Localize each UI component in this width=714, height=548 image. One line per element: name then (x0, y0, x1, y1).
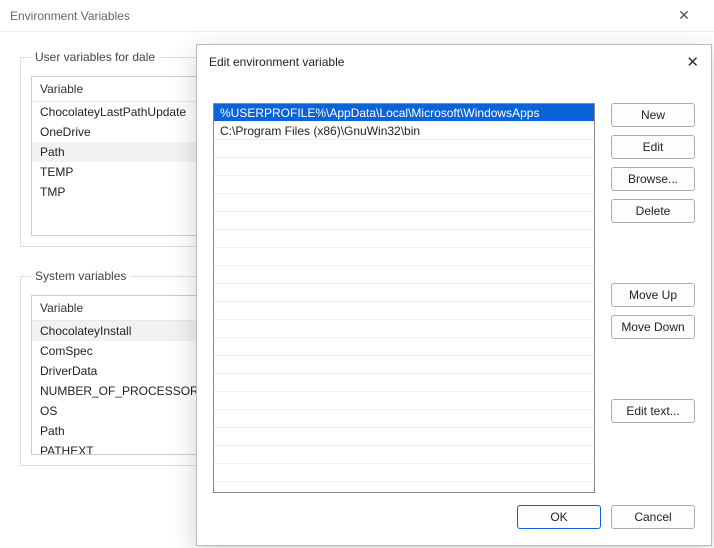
path-entry-row[interactable] (214, 266, 594, 284)
edit-env-var-dialog: Edit environment variable ✕ %USERPROFILE… (196, 44, 712, 546)
path-entry-row[interactable]: C:\Program Files (x86)\GnuWin32\bin (214, 122, 594, 140)
move-up-button[interactable]: Move Up (611, 283, 695, 307)
path-entry-row[interactable] (214, 248, 594, 266)
path-entry-row[interactable]: %USERPROFILE%\AppData\Local\Microsoft\Wi… (214, 104, 594, 122)
path-entry-row[interactable] (214, 194, 594, 212)
path-entry-row[interactable] (214, 392, 594, 410)
close-icon[interactable]: ✕ (671, 53, 699, 71)
path-entry-row[interactable] (214, 428, 594, 446)
path-entry-row[interactable] (214, 176, 594, 194)
env-vars-titlebar: Environment Variables ✕ (0, 0, 714, 32)
env-vars-title: Environment Variables (10, 9, 664, 23)
path-entry-row[interactable] (214, 320, 594, 338)
new-button[interactable]: New (611, 103, 695, 127)
user-vars-legend: User variables for dale (31, 50, 159, 64)
path-entry-row[interactable] (214, 158, 594, 176)
cancel-button[interactable]: Cancel (611, 505, 695, 529)
dialog-titlebar: Edit environment variable ✕ (197, 45, 711, 79)
path-entry-row[interactable] (214, 284, 594, 302)
button-spacer (611, 347, 695, 391)
path-entry-row[interactable] (214, 446, 594, 464)
path-entry-row[interactable] (214, 212, 594, 230)
browse-button[interactable]: Browse... (611, 167, 695, 191)
dialog-body: %USERPROFILE%\AppData\Local\Microsoft\Wi… (213, 103, 695, 495)
close-icon[interactable]: ✕ (664, 7, 704, 24)
move-down-button[interactable]: Move Down (611, 315, 695, 339)
path-entry-row[interactable] (214, 338, 594, 356)
edit-text-button[interactable]: Edit text... (611, 399, 695, 423)
path-entry-row[interactable] (214, 356, 594, 374)
delete-button[interactable]: Delete (611, 199, 695, 223)
ok-button[interactable]: OK (517, 505, 601, 529)
dialog-footer: OK Cancel (197, 505, 695, 533)
path-entry-row[interactable] (214, 464, 594, 482)
dialog-title: Edit environment variable (209, 55, 671, 69)
system-vars-legend: System variables (31, 269, 130, 283)
path-entry-row[interactable] (214, 302, 594, 320)
dialog-button-column: New Edit Browse... Delete Move Up Move D… (611, 103, 695, 423)
path-entry-row[interactable] (214, 140, 594, 158)
button-spacer (611, 231, 695, 275)
path-entry-row[interactable] (214, 374, 594, 392)
edit-button[interactable]: Edit (611, 135, 695, 159)
path-entry-row[interactable] (214, 230, 594, 248)
path-entries-list[interactable]: %USERPROFILE%\AppData\Local\Microsoft\Wi… (213, 103, 595, 493)
path-entry-row[interactable] (214, 410, 594, 428)
